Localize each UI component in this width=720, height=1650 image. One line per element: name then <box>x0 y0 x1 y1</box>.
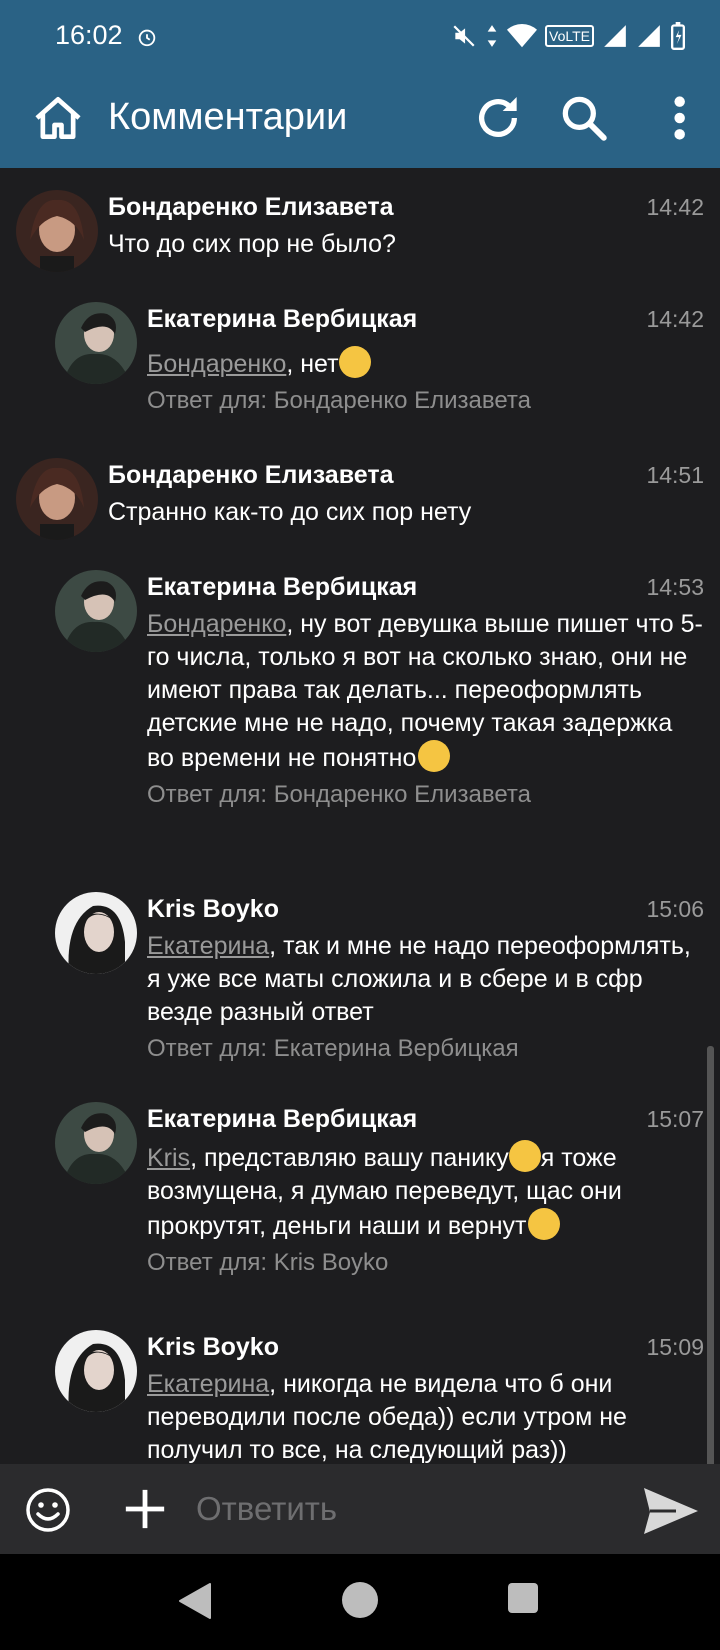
wink-emoji-icon <box>528 1208 561 1240</box>
comment-text: Kris, представляю вашу панику я тоже возм… <box>147 1140 704 1243</box>
mention-link[interactable]: Kris <box>147 1144 190 1172</box>
avatar[interactable] <box>55 892 137 974</box>
alarm-icon <box>138 29 156 47</box>
comment-text-body: , нет <box>286 350 339 378</box>
signal-icon-2 <box>638 25 660 47</box>
nav-recents-button[interactable] <box>508 1583 538 1613</box>
emoji-button[interactable] <box>24 1486 72 1534</box>
comment-text-body: , представляю вашу панику <box>190 1144 509 1172</box>
comment-time: 14:42 <box>646 306 704 332</box>
smiley-icon <box>26 1488 70 1532</box>
comment-text: Екатерина, так и мне не надо переоформля… <box>147 930 704 1029</box>
comment-text: Бондаренко, ну вот девушка выше пишет чт… <box>147 608 704 775</box>
more-vert-icon <box>674 96 685 140</box>
home-icon <box>35 97 81 140</box>
search-button[interactable] <box>556 90 612 146</box>
avatar[interactable] <box>55 570 137 652</box>
more-options-button[interactable] <box>650 90 700 146</box>
system-nav-bar <box>0 1554 720 1650</box>
reply-input[interactable] <box>196 1484 596 1534</box>
scream-emoji-icon <box>418 740 451 772</box>
status-icons: VoLTE <box>451 20 686 52</box>
volte-badge: VoLTE <box>545 25 594 47</box>
smiling-emoji-icon <box>508 1140 541 1172</box>
avatar[interactable] <box>55 302 137 384</box>
comment-text: Бондаренко, нет <box>147 346 704 381</box>
comment-text: Екатерина, никогда не видела что б они п… <box>147 1368 704 1464</box>
avatar[interactable] <box>55 1330 137 1412</box>
mention-link[interactable]: Екатерина <box>147 932 269 960</box>
reply-to-label[interactable]: Ответ для: Екатерина Вербицкая <box>147 1033 704 1065</box>
refresh-icon <box>479 97 517 137</box>
reply-to-label[interactable]: Ответ для: Бондаренко Елизавета <box>147 779 704 811</box>
attach-button[interactable] <box>122 1486 168 1532</box>
avatar[interactable] <box>16 458 98 540</box>
comment-time: 14:42 <box>646 194 704 220</box>
search-icon <box>562 96 607 141</box>
send-icon <box>644 1488 698 1534</box>
comment-time: 15:06 <box>646 896 704 922</box>
comment-time: 14:51 <box>646 462 704 488</box>
refresh-button[interactable] <box>470 90 526 146</box>
send-button[interactable] <box>642 1486 700 1536</box>
comment-author[interactable]: Kris Boyko <box>147 1330 704 1364</box>
comment-time: 14:53 <box>646 574 704 600</box>
page-title: Комментарии <box>108 96 348 138</box>
comment-text: Что до сих пор не было? <box>108 230 396 258</box>
comment-author[interactable]: Екатерина Вербицкая <box>147 1102 704 1136</box>
comment-author[interactable]: Екатерина Вербицкая <box>147 570 704 604</box>
status-bar: 16:02 VoLTE <box>0 0 720 72</box>
mention-link[interactable]: Бондаренко <box>147 350 286 378</box>
back-icon[interactable] <box>178 1582 212 1620</box>
nav-home-button[interactable] <box>342 1582 378 1618</box>
comment-author[interactable]: Бондаренко Елизавета <box>108 458 704 492</box>
avatar[interactable] <box>16 190 98 272</box>
mention-link[interactable]: Екатерина <box>147 1370 269 1398</box>
plus-icon <box>125 1489 165 1529</box>
comment-time: 15:07 <box>646 1106 704 1132</box>
battery-icon <box>671 22 685 50</box>
scrollbar[interactable] <box>707 1046 714 1464</box>
home-button[interactable] <box>30 90 86 146</box>
comment-time: 15:09 <box>646 1334 704 1360</box>
data-arrows-icon <box>487 25 497 47</box>
thinking-emoji-icon <box>338 346 371 378</box>
comment-text: Странно как-то до сих пор нету <box>108 498 472 526</box>
wifi-icon <box>507 24 537 48</box>
avatar[interactable] <box>55 1102 137 1184</box>
reply-to-label[interactable]: Ответ для: Kris Boyko <box>147 1247 704 1279</box>
mention-link[interactable]: Бондаренко <box>147 610 286 638</box>
reply-to-label[interactable]: Ответ для: Бондаренко Елизавета <box>147 385 704 417</box>
comments-list[interactable]: Бондаренко Елизавета 14:42 Что до сих по… <box>0 168 720 1464</box>
comment-author[interactable]: Kris Boyko <box>147 892 704 926</box>
status-time: 16:02 <box>55 20 123 50</box>
mute-icon <box>453 25 475 47</box>
comment-author[interactable]: Екатерина Вербицкая <box>147 302 704 336</box>
signal-icon <box>604 25 626 47</box>
comment-author[interactable]: Бондаренко Елизавета <box>108 190 704 224</box>
reply-bar <box>0 1464 720 1554</box>
app-bar: Комментарии <box>0 72 720 168</box>
